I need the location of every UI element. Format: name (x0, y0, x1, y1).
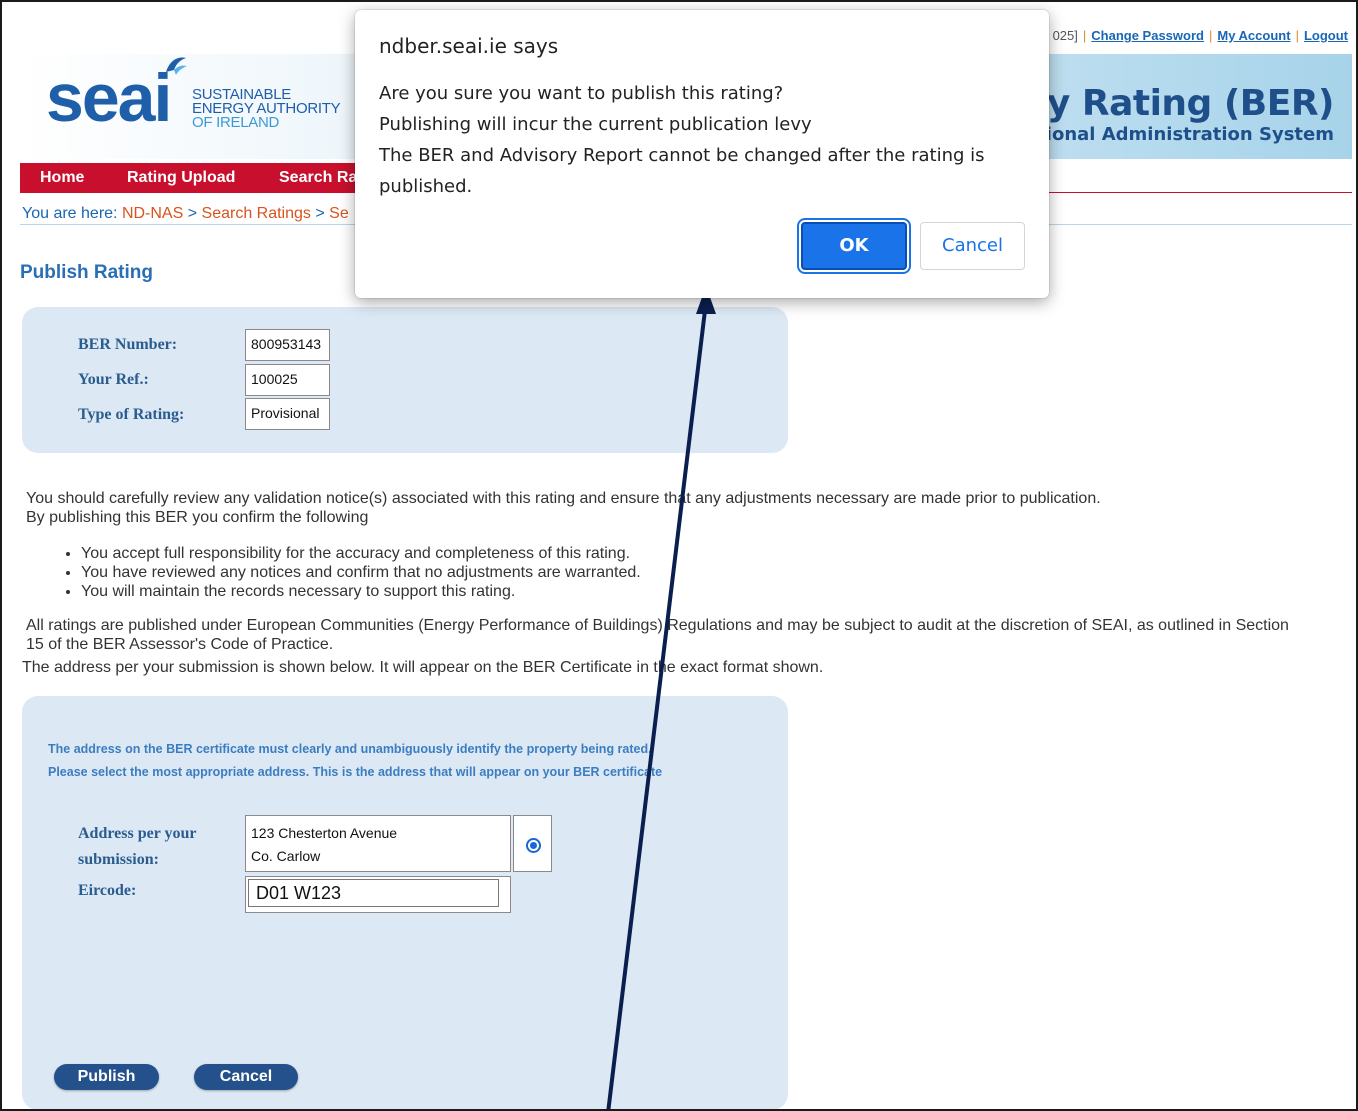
ber-number-label: BER Number: (78, 336, 178, 353)
breadcrumb-sep: > (310, 205, 330, 222)
dialog-title: ndber.seai.ie says (379, 34, 559, 58)
confirm-intro-text: By publishing this BER you confirm the f… (26, 509, 369, 526)
seai-logo[interactable]: seai SUSTAINABLE ENERGY AUTHORITY OF IRE… (46, 57, 346, 138)
address-intro-text: The address per your submission is shown… (22, 659, 824, 676)
breadcrumb-nd-nas[interactable]: ND-NAS (122, 205, 183, 222)
account-links: 025] | Change Password | My Account | Logout (1052, 28, 1348, 43)
dialog-message: Are you sure you want to publish this ra… (379, 78, 1019, 202)
breadcrumb: You are here: ND-NAS > Search Ratings > … (22, 205, 349, 223)
address-radio-cell (513, 815, 552, 872)
change-password-link[interactable]: Change Password (1091, 28, 1204, 43)
address-notice-1: The address on the BER certificate must … (48, 742, 652, 756)
breadcrumb-prefix: You are here: (22, 205, 122, 222)
address-label: Address per your submission: (78, 821, 197, 873)
confirmation-list: You accept full responsibility for the a… (21, 544, 641, 601)
page-title: Publish Rating (20, 262, 153, 283)
your-ref-value: 100025 (245, 364, 330, 396)
cancel-button[interactable]: Cancel (194, 1064, 298, 1090)
type-of-rating-label: Type of Rating: (78, 406, 185, 423)
breadcrumb-sep: > (183, 205, 202, 222)
confirm-dialog: ndber.seai.ie says Are you sure you want… (355, 10, 1049, 298)
dialog-ok-button[interactable]: OK (801, 222, 907, 270)
dialog-cancel-button[interactable]: Cancel (920, 222, 1025, 270)
address-display: 123 Chesterton Avenue Co. Carlow (245, 815, 511, 872)
logout-link[interactable]: Logout (1304, 28, 1348, 43)
my-account-link[interactable]: My Account (1217, 28, 1290, 43)
list-item: You will maintain the records necessary … (81, 582, 641, 601)
user-info-fragment: 025] (1052, 28, 1078, 43)
ber-number-value: 800953143 (245, 329, 330, 361)
breadcrumb-search-ratings[interactable]: Search Ratings (202, 205, 311, 222)
publish-button[interactable]: Publish (54, 1064, 159, 1090)
address-line-2: Co. Carlow (251, 848, 321, 864)
list-item: You accept full responsibility for the a… (81, 544, 641, 563)
breadcrumb-current[interactable]: Se (329, 205, 349, 222)
your-ref-label: Your Ref.: (78, 371, 149, 388)
dialog-message-line: Are you sure you want to publish this ra… (379, 83, 784, 104)
logo-sub-line: OF IRELAND (192, 114, 280, 131)
regulations-text-cont: 15 of the BER Assessor's Code of Practic… (26, 636, 334, 653)
browser-viewport: seai SUSTAINABLE ENERGY AUTHORITY OF IRE… (0, 0, 1358, 1111)
address-notice-2: Please select the most appropriate addre… (48, 765, 663, 779)
nav-item-rating-upload[interactable]: Rating Upload (127, 169, 235, 187)
eircode-input[interactable] (248, 879, 499, 907)
type-of-rating-value: Provisional (245, 398, 330, 430)
list-item: You have reviewed any notices and confir… (81, 563, 641, 582)
logo-subtitle: SUSTAINABLE ENERGY AUTHORITY OF IRELAND (192, 87, 341, 131)
address-radio-button[interactable] (526, 838, 541, 853)
dialog-message-line: Publishing will incur the current public… (379, 114, 812, 135)
regulations-text: All ratings are published under European… (26, 617, 1289, 634)
logo-word: seai (46, 60, 172, 136)
address-label-line: Address per your (78, 825, 197, 842)
nav-item-search-ratings[interactable]: Search Ra (279, 169, 357, 187)
address-label-line: submission: (78, 851, 159, 868)
eircode-label: Eircode: (78, 882, 137, 899)
review-notice-text: You should carefully review any validati… (26, 490, 1101, 507)
dialog-message-line: The BER and Advisory Report cannot be ch… (379, 145, 985, 197)
address-line-1: 123 Chesterton Avenue (251, 825, 398, 841)
nav-item-home[interactable]: Home (40, 169, 84, 187)
